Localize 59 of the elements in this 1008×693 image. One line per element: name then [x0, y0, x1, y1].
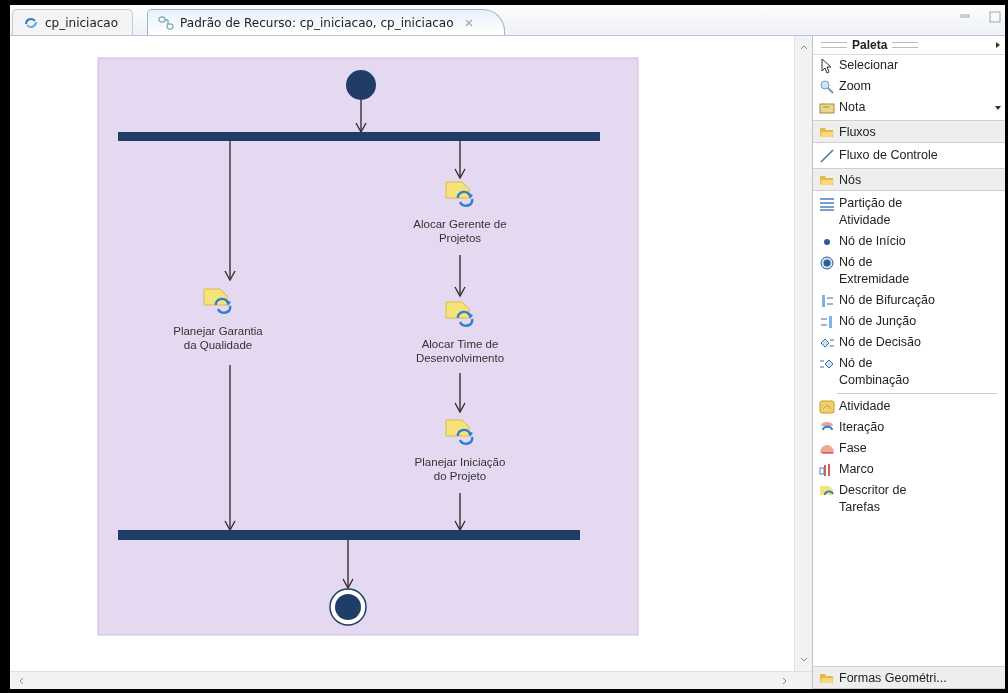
palette-tool[interactable]: Partição de Atividade: [813, 193, 1005, 231]
line-icon: [819, 148, 835, 164]
task-label: Planejar Iniciação do Projeto: [413, 455, 507, 483]
scroll-right-icon[interactable]: [782, 676, 788, 685]
horizontal-scrollbar[interactable]: [10, 671, 812, 689]
task-icon[interactable]: [203, 288, 232, 314]
palette-tool[interactable]: Nó de Início: [813, 231, 1005, 252]
task-label: Planejar Garantia da Qualidade: [172, 324, 264, 352]
palette-tool[interactable]: Zoom: [813, 76, 1005, 97]
menu-arrow-icon[interactable]: [995, 41, 1001, 49]
arrow[interactable]: [342, 539, 354, 590]
activity-icon: [819, 399, 835, 415]
palette-tool[interactable]: Nó de Decisão: [813, 332, 1005, 353]
join-icon: [819, 314, 835, 330]
note-icon: [819, 100, 835, 116]
scroll-down-icon[interactable]: [799, 657, 808, 663]
palette-tool[interactable]: Nó de Extremidade: [813, 252, 1005, 290]
arrow[interactable]: [224, 364, 236, 532]
editor-tab[interactable]: cp_iniciacao: [12, 9, 134, 35]
editor-tab[interactable]: Padrão de Recurso: cp_iniciacao, cp_iniciacao: [147, 9, 505, 35]
palette-tool[interactable]: Nó de Junção: [813, 311, 1005, 332]
arrow[interactable]: [224, 140, 236, 282]
zoom-icon: [819, 79, 835, 95]
palette-tool[interactable]: Fluxo de Controle: [813, 145, 1005, 166]
close-icon[interactable]: [463, 17, 474, 28]
arrow[interactable]: [454, 372, 466, 414]
start-node[interactable]: [346, 70, 376, 100]
palette-title: Paleta: [852, 38, 888, 52]
palette-drawer[interactable]: Formas Geométri...: [813, 666, 1005, 689]
arrow[interactable]: [454, 140, 466, 180]
task-label: Alocar Gerente de Projetos: [412, 217, 508, 245]
palette-drawer[interactable]: Nós: [813, 168, 1005, 191]
scroll-left-icon[interactable]: [18, 676, 24, 685]
palette-tool[interactable]: Nó de Bifurcação: [813, 290, 1005, 311]
palette-tool[interactable]: Nó de Combinação: [813, 353, 1005, 391]
fork-icon: [819, 293, 835, 309]
palette-tool[interactable]: Marco: [813, 459, 1005, 480]
task-label: Alocar Time de Desenvolvimento: [414, 337, 506, 365]
maximize-icon[interactable]: [989, 11, 1001, 23]
palette-drawer[interactable]: Fluxos: [813, 120, 1005, 143]
dropdown-arrow-icon[interactable]: [995, 105, 1001, 110]
vertical-scrollbar[interactable]: [794, 36, 812, 671]
arrow[interactable]: [454, 492, 466, 532]
palette-tool[interactable]: Fase: [813, 438, 1005, 459]
palette-tool[interactable]: Selecionar: [813, 55, 1005, 76]
end-node[interactable]: [329, 588, 367, 626]
palette-tool[interactable]: Descritor de Tarefas: [813, 480, 1005, 518]
task-icon[interactable]: [445, 181, 474, 207]
task-icon[interactable]: [445, 419, 474, 445]
scroll-up-icon[interactable]: [799, 44, 808, 50]
palette-tool[interactable]: Nota: [813, 97, 1005, 118]
arrow[interactable]: [355, 99, 367, 134]
arrow[interactable]: [454, 254, 466, 298]
palette-tool[interactable]: Atividade: [813, 396, 1005, 417]
palette-tool[interactable]: Iteração: [813, 417, 1005, 438]
target-icon: [819, 255, 835, 271]
nodes-icon: [158, 14, 175, 31]
task-icon[interactable]: [445, 301, 474, 327]
partition-icon: [819, 196, 835, 212]
